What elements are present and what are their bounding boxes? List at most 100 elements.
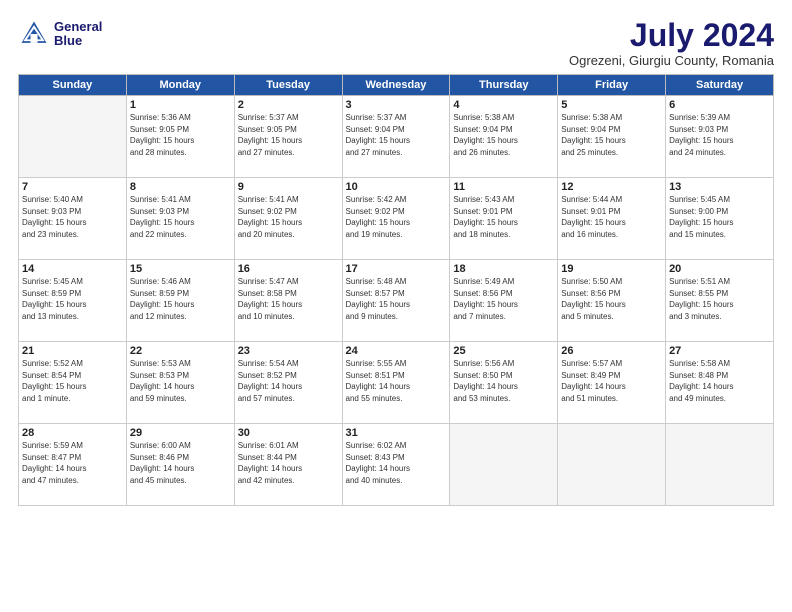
- calendar-week-row: 28Sunrise: 5:59 AM Sunset: 8:47 PM Dayli…: [19, 424, 774, 506]
- calendar-cell: 30Sunrise: 6:01 AM Sunset: 8:44 PM Dayli…: [234, 424, 342, 506]
- day-detail: Sunrise: 6:01 AM Sunset: 8:44 PM Dayligh…: [238, 440, 339, 486]
- calendar-cell: 18Sunrise: 5:49 AM Sunset: 8:56 PM Dayli…: [450, 260, 558, 342]
- calendar-cell: 24Sunrise: 5:55 AM Sunset: 8:51 PM Dayli…: [342, 342, 450, 424]
- day-number: 15: [130, 263, 231, 275]
- day-detail: Sunrise: 5:49 AM Sunset: 8:56 PM Dayligh…: [453, 276, 554, 322]
- day-detail: Sunrise: 5:53 AM Sunset: 8:53 PM Dayligh…: [130, 358, 231, 404]
- day-number: 31: [346, 427, 447, 439]
- calendar-cell: 16Sunrise: 5:47 AM Sunset: 8:58 PM Dayli…: [234, 260, 342, 342]
- month-title: July 2024: [569, 18, 774, 53]
- day-detail: Sunrise: 5:55 AM Sunset: 8:51 PM Dayligh…: [346, 358, 447, 404]
- calendar-cell: 27Sunrise: 5:58 AM Sunset: 8:48 PM Dayli…: [666, 342, 774, 424]
- day-detail: Sunrise: 5:56 AM Sunset: 8:50 PM Dayligh…: [453, 358, 554, 404]
- day-detail: Sunrise: 5:40 AM Sunset: 9:03 PM Dayligh…: [22, 194, 123, 240]
- day-detail: Sunrise: 5:42 AM Sunset: 9:02 PM Dayligh…: [346, 194, 447, 240]
- logo: General Blue: [18, 18, 102, 50]
- day-number: 2: [238, 99, 339, 111]
- day-number: 5: [561, 99, 662, 111]
- calendar-cell: 7Sunrise: 5:40 AM Sunset: 9:03 PM Daylig…: [19, 178, 127, 260]
- day-number: 26: [561, 345, 662, 357]
- calendar-cell: [558, 424, 666, 506]
- calendar-cell: 12Sunrise: 5:44 AM Sunset: 9:01 PM Dayli…: [558, 178, 666, 260]
- calendar-cell: 4Sunrise: 5:38 AM Sunset: 9:04 PM Daylig…: [450, 96, 558, 178]
- calendar-cell: 5Sunrise: 5:38 AM Sunset: 9:04 PM Daylig…: [558, 96, 666, 178]
- day-detail: Sunrise: 5:54 AM Sunset: 8:52 PM Dayligh…: [238, 358, 339, 404]
- calendar-table: SundayMondayTuesdayWednesdayThursdayFrid…: [18, 74, 774, 506]
- day-number: 21: [22, 345, 123, 357]
- day-number: 30: [238, 427, 339, 439]
- day-detail: Sunrise: 5:46 AM Sunset: 8:59 PM Dayligh…: [130, 276, 231, 322]
- day-detail: Sunrise: 5:43 AM Sunset: 9:01 PM Dayligh…: [453, 194, 554, 240]
- day-number: 3: [346, 99, 447, 111]
- day-number: 22: [130, 345, 231, 357]
- day-detail: Sunrise: 5:36 AM Sunset: 9:05 PM Dayligh…: [130, 112, 231, 158]
- day-number: 25: [453, 345, 554, 357]
- calendar-cell: 2Sunrise: 5:37 AM Sunset: 9:05 PM Daylig…: [234, 96, 342, 178]
- weekday-header: Saturday: [666, 75, 774, 96]
- day-number: 12: [561, 181, 662, 193]
- day-detail: Sunrise: 5:41 AM Sunset: 9:02 PM Dayligh…: [238, 194, 339, 240]
- title-block: July 2024 Ogrezeni, Giurgiu County, Roma…: [569, 18, 774, 68]
- calendar-cell: 31Sunrise: 6:02 AM Sunset: 8:43 PM Dayli…: [342, 424, 450, 506]
- calendar-cell: [450, 424, 558, 506]
- day-number: 20: [669, 263, 770, 275]
- logo-icon: [18, 18, 50, 50]
- calendar-week-row: 21Sunrise: 5:52 AM Sunset: 8:54 PM Dayli…: [19, 342, 774, 424]
- calendar-week-row: 14Sunrise: 5:45 AM Sunset: 8:59 PM Dayli…: [19, 260, 774, 342]
- day-number: 19: [561, 263, 662, 275]
- day-number: 28: [22, 427, 123, 439]
- calendar-week-row: 7Sunrise: 5:40 AM Sunset: 9:03 PM Daylig…: [19, 178, 774, 260]
- day-detail: Sunrise: 5:48 AM Sunset: 8:57 PM Dayligh…: [346, 276, 447, 322]
- day-number: 24: [346, 345, 447, 357]
- day-detail: Sunrise: 5:44 AM Sunset: 9:01 PM Dayligh…: [561, 194, 662, 240]
- day-detail: Sunrise: 5:57 AM Sunset: 8:49 PM Dayligh…: [561, 358, 662, 404]
- calendar-cell: [19, 96, 127, 178]
- calendar-week-row: 1Sunrise: 5:36 AM Sunset: 9:05 PM Daylig…: [19, 96, 774, 178]
- day-number: 7: [22, 181, 123, 193]
- day-detail: Sunrise: 5:51 AM Sunset: 8:55 PM Dayligh…: [669, 276, 770, 322]
- day-detail: Sunrise: 5:50 AM Sunset: 8:56 PM Dayligh…: [561, 276, 662, 322]
- day-detail: Sunrise: 6:00 AM Sunset: 8:46 PM Dayligh…: [130, 440, 231, 486]
- day-number: 6: [669, 99, 770, 111]
- weekday-header: Tuesday: [234, 75, 342, 96]
- calendar-cell: 8Sunrise: 5:41 AM Sunset: 9:03 PM Daylig…: [126, 178, 234, 260]
- calendar-cell: 26Sunrise: 5:57 AM Sunset: 8:49 PM Dayli…: [558, 342, 666, 424]
- calendar-cell: 25Sunrise: 5:56 AM Sunset: 8:50 PM Dayli…: [450, 342, 558, 424]
- day-detail: Sunrise: 5:47 AM Sunset: 8:58 PM Dayligh…: [238, 276, 339, 322]
- day-detail: Sunrise: 5:39 AM Sunset: 9:03 PM Dayligh…: [669, 112, 770, 158]
- day-detail: Sunrise: 5:37 AM Sunset: 9:05 PM Dayligh…: [238, 112, 339, 158]
- subtitle: Ogrezeni, Giurgiu County, Romania: [569, 53, 774, 68]
- weekday-header: Monday: [126, 75, 234, 96]
- day-number: 10: [346, 181, 447, 193]
- calendar-cell: 15Sunrise: 5:46 AM Sunset: 8:59 PM Dayli…: [126, 260, 234, 342]
- day-detail: Sunrise: 5:41 AM Sunset: 9:03 PM Dayligh…: [130, 194, 231, 240]
- day-detail: Sunrise: 5:58 AM Sunset: 8:48 PM Dayligh…: [669, 358, 770, 404]
- day-detail: Sunrise: 5:52 AM Sunset: 8:54 PM Dayligh…: [22, 358, 123, 404]
- day-number: 17: [346, 263, 447, 275]
- day-number: 11: [453, 181, 554, 193]
- day-number: 18: [453, 263, 554, 275]
- day-number: 13: [669, 181, 770, 193]
- calendar-cell: 14Sunrise: 5:45 AM Sunset: 8:59 PM Dayli…: [19, 260, 127, 342]
- calendar-cell: [666, 424, 774, 506]
- weekday-header-row: SundayMondayTuesdayWednesdayThursdayFrid…: [19, 75, 774, 96]
- day-number: 27: [669, 345, 770, 357]
- calendar-cell: 3Sunrise: 5:37 AM Sunset: 9:04 PM Daylig…: [342, 96, 450, 178]
- calendar-cell: 11Sunrise: 5:43 AM Sunset: 9:01 PM Dayli…: [450, 178, 558, 260]
- calendar-cell: 9Sunrise: 5:41 AM Sunset: 9:02 PM Daylig…: [234, 178, 342, 260]
- weekday-header: Sunday: [19, 75, 127, 96]
- day-detail: Sunrise: 5:45 AM Sunset: 9:00 PM Dayligh…: [669, 194, 770, 240]
- calendar-cell: 19Sunrise: 5:50 AM Sunset: 8:56 PM Dayli…: [558, 260, 666, 342]
- logo-text: General Blue: [54, 20, 102, 49]
- weekday-header: Wednesday: [342, 75, 450, 96]
- day-number: 23: [238, 345, 339, 357]
- day-number: 8: [130, 181, 231, 193]
- weekday-header: Friday: [558, 75, 666, 96]
- calendar-cell: 6Sunrise: 5:39 AM Sunset: 9:03 PM Daylig…: [666, 96, 774, 178]
- calendar-cell: 29Sunrise: 6:00 AM Sunset: 8:46 PM Dayli…: [126, 424, 234, 506]
- day-detail: Sunrise: 5:38 AM Sunset: 9:04 PM Dayligh…: [561, 112, 662, 158]
- calendar-cell: 1Sunrise: 5:36 AM Sunset: 9:05 PM Daylig…: [126, 96, 234, 178]
- calendar-cell: 22Sunrise: 5:53 AM Sunset: 8:53 PM Dayli…: [126, 342, 234, 424]
- day-number: 4: [453, 99, 554, 111]
- weekday-header: Thursday: [450, 75, 558, 96]
